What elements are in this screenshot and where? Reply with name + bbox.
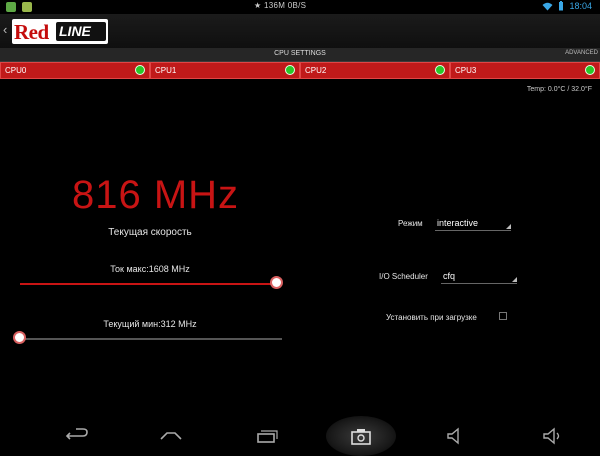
cpu-online-indicator-icon[interactable] (435, 65, 445, 75)
volume-down-icon[interactable] (444, 425, 470, 447)
status-bar: ★ 136M 0B/S 18:04 (0, 0, 600, 14)
tab-cpu-settings[interactable]: CPU SETTINGS (0, 50, 600, 57)
cpu-tab-2[interactable]: CPU2 (300, 62, 450, 79)
set-on-boot-label: Установить при загрузке (386, 313, 477, 322)
home-icon[interactable] (158, 425, 184, 447)
cpu-tab-3[interactable]: CPU3 (450, 62, 600, 79)
scheduler-value: cfq (443, 271, 456, 281)
temperature-readout: Temp: 0.0°C / 32.0°F (526, 86, 592, 93)
max-freq-slider-fill (20, 283, 277, 285)
app-logo[interactable]: Red LINE (12, 19, 108, 44)
min-freq-slider[interactable] (13, 331, 282, 344)
cpu-tab-0[interactable]: CPU0 (0, 62, 150, 79)
cpu-tab-label: CPU0 (5, 66, 27, 75)
up-chevron-icon[interactable]: ‹ (3, 22, 7, 37)
status-center: ★ 136M 0B/S (254, 1, 306, 10)
android-icon (22, 2, 32, 12)
min-freq-slider-thumb[interactable] (13, 331, 26, 344)
governor-label: Режим (398, 219, 423, 228)
current-speed-value: 816 MHz (72, 173, 240, 217)
cpu-tab-1[interactable]: CPU1 (150, 62, 300, 79)
recent-apps-icon[interactable] (254, 425, 280, 447)
cpu-tabs: CPU0 CPU1 CPU2 CPU3 (0, 62, 600, 79)
cpu-online-indicator-icon[interactable] (135, 65, 145, 75)
notification-icons (6, 2, 32, 12)
wifi-icon (542, 2, 553, 10)
battery-icon (559, 1, 564, 11)
status-right: 18:04 (542, 1, 592, 11)
cpu-online-indicator-icon[interactable] (285, 65, 295, 75)
navigation-bar (0, 416, 600, 456)
cpu-tab-label: CPU3 (455, 66, 477, 75)
current-speed-caption: Текущая скорость (108, 227, 192, 238)
max-freq-label: Ток макс:1608 MHz (110, 264, 190, 274)
screenshot-icon[interactable] (348, 425, 374, 447)
cpu-tab-label: CPU2 (305, 66, 327, 75)
scheduler-select[interactable]: cfq (441, 271, 517, 284)
set-on-boot-checkbox[interactable] (499, 312, 507, 320)
volume-up-icon[interactable] (540, 425, 566, 447)
governor-value: interactive (437, 218, 479, 228)
clock: 18:04 (569, 1, 592, 11)
dropdown-arrow-icon (506, 224, 511, 229)
logo-text-red: Red (14, 20, 49, 44)
cpu-online-indicator-icon[interactable] (585, 65, 595, 75)
scheduler-label: I/O Scheduler (379, 272, 428, 281)
section-header: CPU SETTINGS ADVANCED (0, 48, 600, 62)
dropdown-arrow-icon (512, 277, 517, 282)
logo-text-white: LINE (59, 23, 91, 39)
governor-select[interactable]: interactive (435, 218, 511, 231)
max-freq-slider[interactable] (20, 276, 283, 289)
cpu-tab-label: CPU1 (155, 66, 177, 75)
max-freq-slider-thumb[interactable] (270, 276, 283, 289)
logo-black-box: LINE (56, 22, 106, 41)
star-icon: ★ (254, 1, 262, 10)
min-freq-label: Текущий мин:312 MHz (103, 319, 197, 329)
shield-icon (6, 2, 16, 12)
back-icon[interactable] (64, 425, 90, 447)
network-speed-text: 136M 0B/S (264, 1, 307, 10)
tab-advanced[interactable]: ADVANCED (565, 50, 598, 56)
